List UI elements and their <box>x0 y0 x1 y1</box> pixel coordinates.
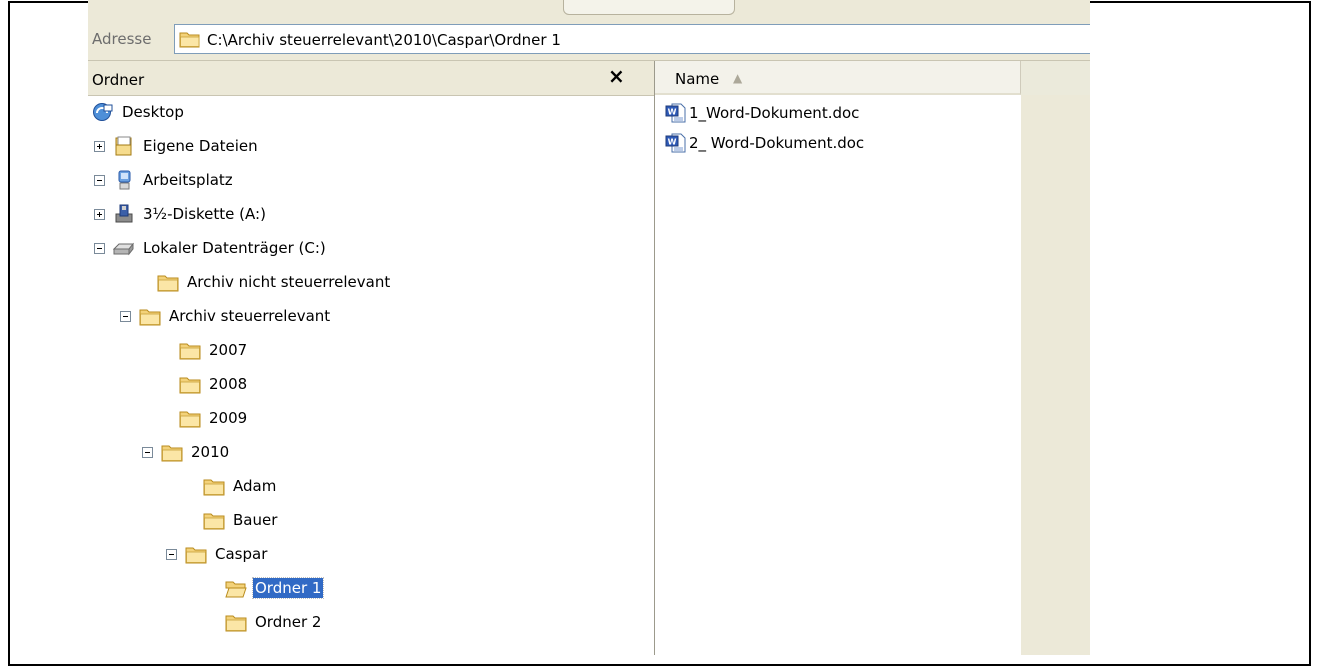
tree-node[interactable]: Desktop <box>92 98 186 126</box>
sort-ascending-icon: ▲ <box>733 71 743 85</box>
tree-node-label: Lokaler Datenträger (C:) <box>143 239 326 257</box>
folder-pane-header: Ordner × <box>88 61 654 96</box>
collapse-icon[interactable] <box>94 174 105 186</box>
tree-node[interactable]: Lokaler Datenträger (C:) <box>94 234 328 262</box>
tree-node-label: 2010 <box>191 443 230 461</box>
tree-node[interactable]: 2008 <box>179 370 249 398</box>
word-document-icon: W <box>665 103 687 123</box>
file-item[interactable]: W 2_ Word-Dokument.doc <box>665 129 864 157</box>
tree-node-label: 2009 <box>209 409 248 427</box>
folder-icon <box>185 544 207 564</box>
open-folder-icon <box>225 578 247 598</box>
hard-drive-icon <box>112 238 135 258</box>
address-path: C:\Archiv steuerrelevant\2010\Caspar\Ord… <box>207 31 561 49</box>
tree-node-label: Bauer <box>233 511 278 529</box>
toolbar-button[interactable] <box>563 0 735 15</box>
tree-node[interactable]: Ordner 1 <box>225 574 325 602</box>
tree-node-label: Archiv nicht steuerrelevant <box>187 273 391 291</box>
desktop-icon <box>92 102 114 122</box>
address-input[interactable]: C:\Archiv steuerrelevant\2010\Caspar\Ord… <box>174 24 1090 54</box>
tree-node[interactable]: Eigene Dateien <box>94 132 260 160</box>
tree-node-label: Caspar <box>215 545 268 563</box>
folder-icon <box>179 408 201 428</box>
tree-node[interactable]: 3½-Diskette (A:) <box>94 200 268 228</box>
tree-node[interactable]: Archiv nicht steuerrelevant <box>157 268 392 296</box>
tree-node[interactable]: Adam <box>203 472 278 500</box>
tree-node-label: Archiv steuerrelevant <box>169 307 331 325</box>
tree-node[interactable]: Ordner 2 <box>225 608 323 636</box>
tree-node-label: 3½-Diskette (A:) <box>143 205 266 223</box>
svg-text:W: W <box>668 108 677 117</box>
folder-pane: Ordner × Desktop Eigene Dateien Arbeitspla… <box>88 61 655 655</box>
tree-node-label: 2007 <box>209 341 248 359</box>
folder-icon <box>225 612 247 632</box>
collapse-icon[interactable] <box>120 310 131 322</box>
column-header-label: Name <box>675 70 720 88</box>
svg-text:W: W <box>668 138 677 147</box>
tree-node-label: Eigene Dateien <box>143 137 258 155</box>
collapse-icon[interactable] <box>142 446 153 458</box>
tree-node-label: Adam <box>233 477 277 495</box>
my-documents-icon <box>113 136 135 156</box>
folder-icon <box>179 32 200 48</box>
collapse-icon[interactable] <box>94 242 105 254</box>
tree-node[interactable]: 2007 <box>179 336 249 364</box>
folder-icon <box>179 340 201 360</box>
folder-pane-title: Ordner <box>92 71 145 89</box>
toolbar-strip <box>88 0 1090 18</box>
tree-node-label: 2008 <box>209 375 248 393</box>
file-item[interactable]: W 1_Word-Dokument.doc <box>665 99 859 127</box>
address-bar: Adresse C:\Archiv steuerrelevant\2010\Ca… <box>88 18 1090 61</box>
tree-node-label: Arbeitsplatz <box>143 171 233 189</box>
tree-node[interactable]: Caspar <box>166 540 269 568</box>
tree-node-label-selected: Ordner 1 <box>251 577 325 599</box>
close-icon[interactable]: × <box>608 65 625 87</box>
expand-icon[interactable] <box>94 208 105 220</box>
tree-node[interactable]: 2010 <box>142 438 231 466</box>
folder-icon <box>157 272 179 292</box>
tree-node[interactable]: Arbeitsplatz <box>94 166 235 194</box>
folder-icon <box>179 374 201 394</box>
collapse-icon[interactable] <box>166 548 177 560</box>
folder-icon <box>139 306 161 326</box>
files-pane: Name ▲ W 1_Word-Dokument.doc W 2_ Word-Doku… <box>655 61 1090 655</box>
address-label: Adresse <box>92 30 152 48</box>
expand-icon[interactable] <box>94 140 105 152</box>
column-header-name[interactable]: Name ▲ <box>655 61 1021 95</box>
floppy-drive-icon <box>113 204 135 224</box>
folder-icon <box>161 442 183 462</box>
word-document-icon: W <box>665 133 687 153</box>
tree-node-label: Ordner 2 <box>255 613 322 631</box>
tree-node[interactable]: Bauer <box>203 506 279 534</box>
explorer-window: Adresse C:\Archiv steuerrelevant\2010\Ca… <box>88 0 1090 655</box>
folder-icon <box>203 476 225 496</box>
my-computer-icon <box>113 170 135 190</box>
file-list: W 1_Word-Dokument.doc W 2_ Word-Dokument.do… <box>655 95 1021 655</box>
file-name: 2_ Word-Dokument.doc <box>689 134 865 152</box>
tree-node-label: Desktop <box>122 103 184 121</box>
folder-icon <box>203 510 225 530</box>
column-header-bar: Name ▲ <box>655 61 1090 96</box>
tree-node[interactable]: 2009 <box>179 404 249 432</box>
tree-node[interactable]: Archiv steuerrelevant <box>120 302 332 330</box>
file-name: 1_Word-Dokument.doc <box>689 104 860 122</box>
file-list-empty-area <box>1021 95 1090 655</box>
